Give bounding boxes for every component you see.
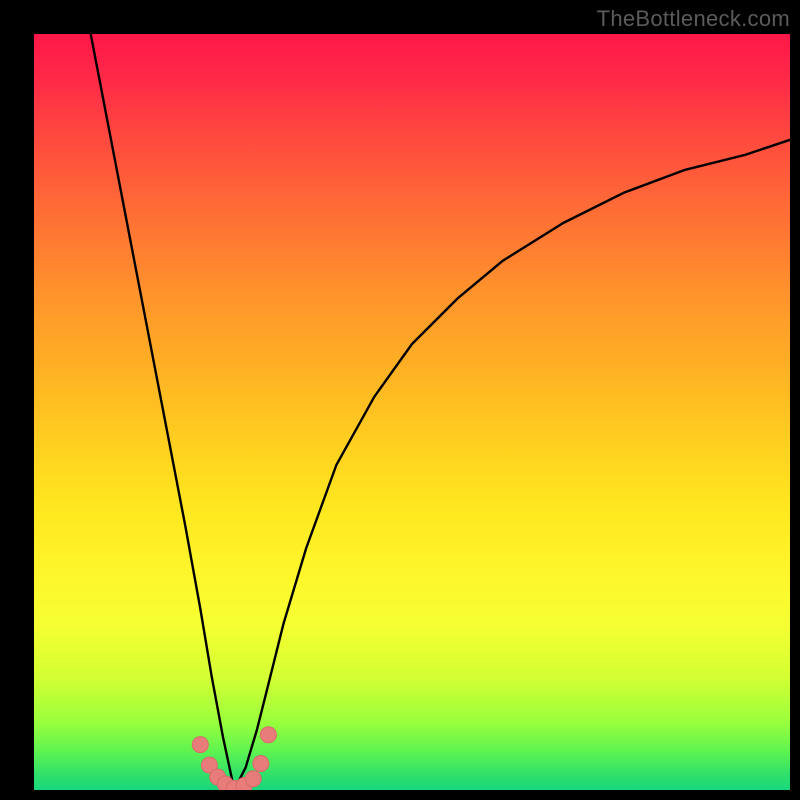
watermark-text: TheBottleneck.com [597,6,790,32]
highlight-markers [192,727,276,790]
chart-frame: TheBottleneck.com [0,0,800,800]
plot-area [34,34,790,790]
bottleneck-curve [91,34,790,790]
marker-dot [253,756,269,772]
marker-dot [192,737,208,753]
marker-dot [260,727,276,743]
curve-layer [34,34,790,790]
marker-dot [245,771,261,787]
